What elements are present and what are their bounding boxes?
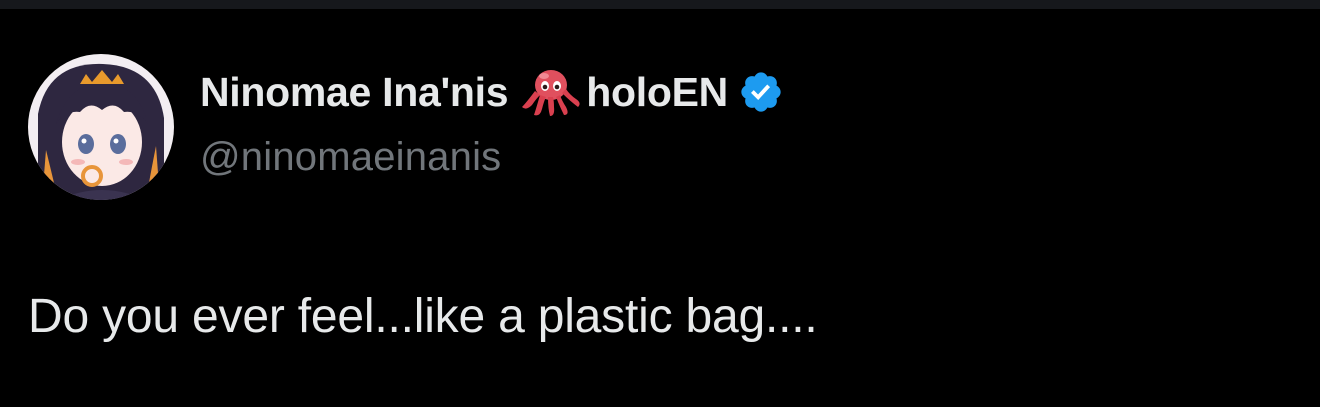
author-name-suffix[interactable]: holoEN [586,69,728,116]
author-display-name[interactable]: Ninomae Ina'nis [200,69,509,116]
top-bar [0,0,1320,9]
avatar[interactable] [28,54,174,200]
verified-badge-icon[interactable] [738,69,784,115]
tweet-text: Do you ever feel...like a plastic bag...… [28,290,818,343]
author-name-row: Ninomae Ina'nis holoEN [200,67,784,117]
tweet-card[interactable]: Ninomae Ina'nis holoEN @ninomaeinanis Do… [0,9,1320,407]
octopus-emoji-icon [520,67,582,117]
author-handle[interactable]: @ninomaeinanis [200,135,501,180]
